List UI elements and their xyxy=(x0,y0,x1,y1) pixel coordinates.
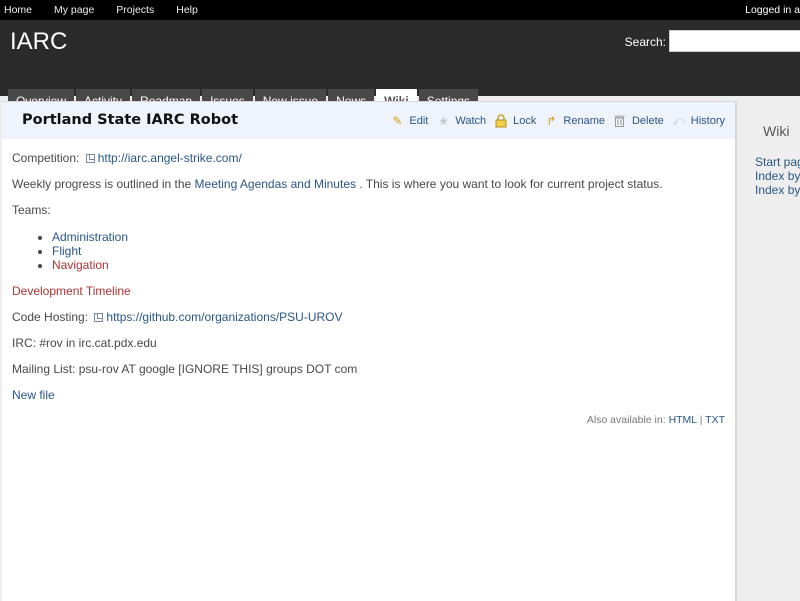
list-item: Administration xyxy=(52,230,727,244)
delete-label: Delete xyxy=(631,115,664,127)
top-menu-help[interactable]: Help xyxy=(176,4,198,16)
watch-label: Watch xyxy=(455,115,487,127)
edit-link[interactable]: ✎ Edit xyxy=(390,114,428,128)
new-file-link[interactable]: New file xyxy=(12,388,55,402)
teams-label: Teams: xyxy=(12,203,51,217)
history-link[interactable]: ⤺ History xyxy=(672,114,725,128)
progress-line: Weekly progress is outlined in the Meeti… xyxy=(12,178,727,191)
progress-text-after: . This is where you want to look for cur… xyxy=(359,177,663,191)
team-administration-link[interactable]: Administration xyxy=(52,230,128,244)
irc-line: IRC: #rov in irc.cat.pdx.edu xyxy=(12,336,157,350)
lock-icon xyxy=(494,114,508,128)
team-navigation-link[interactable]: Navigation xyxy=(52,258,109,272)
search-input[interactable] xyxy=(669,30,800,52)
mailing-list-line: Mailing List: psu-rov AT google [IGNORE … xyxy=(12,362,358,376)
rename-link[interactable]: ↱ Rename xyxy=(544,114,605,128)
html-format-link[interactable]: HTML xyxy=(669,414,697,426)
available-label: Also available in: xyxy=(586,414,666,426)
sidebar-start-page-link[interactable]: Start pag xyxy=(755,155,800,169)
history-icon: ⤺ xyxy=(672,114,686,128)
hosting-line: Code Hosting: https://github.com/organiz… xyxy=(12,311,727,324)
meeting-agendas-link[interactable]: Meeting Agendas and Minutes xyxy=(195,177,356,191)
move-arrow-icon: ↱ xyxy=(546,114,557,128)
content-area: Portland State IARC Robot ✎ Edit ★ Watch… xyxy=(2,101,737,601)
rename-label: Rename xyxy=(563,115,605,127)
competition-url-link[interactable]: http://iarc.angel-strike.com/ xyxy=(98,151,242,165)
sidebar-index-by-title-link[interactable]: Index by xyxy=(755,169,800,183)
hosting-label: Code Hosting: xyxy=(12,310,89,324)
list-item: Flight xyxy=(52,244,727,258)
teams-list: Administration Flight Navigation xyxy=(12,230,727,272)
project-header: IARC Search: Overview Activity Roadmap I… xyxy=(0,20,800,113)
format-separator: | xyxy=(699,414,703,426)
trash-icon xyxy=(613,114,627,128)
sidebar-title: Wiki xyxy=(763,123,790,139)
sidebar: Wiki Start pag Index by Index by xyxy=(738,101,800,600)
lock-link[interactable]: Lock xyxy=(494,114,536,128)
watch-link[interactable]: ★ Watch xyxy=(436,114,486,128)
history-label: History xyxy=(690,115,725,127)
github-url-link[interactable]: https://github.com/organizations/PSU-URO… xyxy=(106,310,342,324)
list-item: Navigation xyxy=(52,258,727,272)
pencil-icon: ✎ xyxy=(392,114,403,128)
top-menu-home[interactable]: Home xyxy=(4,4,32,16)
sidebar-index-by-date-link[interactable]: Index by xyxy=(755,183,800,197)
other-formats: Also available in: HTML | TXT xyxy=(587,414,725,426)
wiki-actions: ✎ Edit ★ Watch Lock ↱ Rename Delete ⤺ Hi… xyxy=(382,114,725,128)
star-icon: ★ xyxy=(437,114,449,128)
external-link-icon xyxy=(85,154,95,163)
external-link-icon xyxy=(94,313,104,322)
development-timeline-link[interactable]: Development Timeline xyxy=(12,284,131,298)
wiki-page-header: Portland State IARC Robot ✎ Edit ★ Watch… xyxy=(2,102,735,139)
top-menu-my-page[interactable]: My page xyxy=(54,4,94,16)
wiki-body: Competition: http://iarc.angel-strike.co… xyxy=(12,152,727,415)
new-file-line: New file xyxy=(12,389,727,402)
competition-line: Competition: http://iarc.angel-strike.co… xyxy=(12,152,727,165)
search-label: Search: xyxy=(624,35,666,49)
lock-label: Lock xyxy=(513,115,537,127)
competition-label: Competition: xyxy=(12,151,80,165)
delete-link[interactable]: Delete xyxy=(613,114,664,128)
project-title: IARC xyxy=(10,28,68,55)
top-menu-links: Home My page Projects Help xyxy=(4,0,220,20)
team-flight-link[interactable]: Flight xyxy=(52,244,81,258)
page-title: Portland State IARC Robot xyxy=(22,112,239,128)
top-menu-projects[interactable]: Projects xyxy=(116,4,154,16)
edit-label: Edit xyxy=(409,115,429,127)
top-menu: Home My page Projects Help Logged in a xyxy=(0,0,800,20)
txt-format-link[interactable]: TXT xyxy=(705,414,725,426)
progress-text-before: Weekly progress is outlined in the xyxy=(12,177,192,191)
timeline-line: Development Timeline xyxy=(12,285,727,298)
logged-in-status: Logged in a xyxy=(745,4,800,16)
